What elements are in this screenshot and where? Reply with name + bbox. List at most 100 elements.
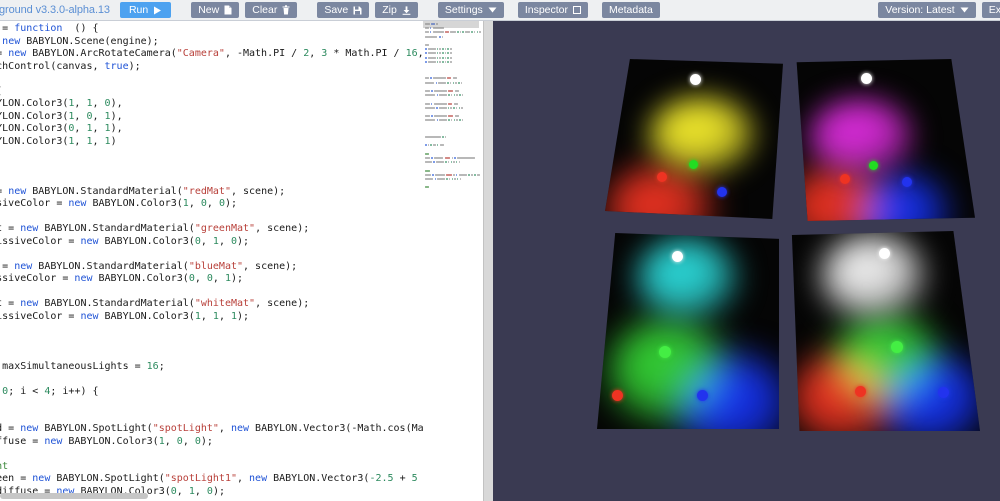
code-line: lightRed = new BABYLON.SpotLight("spotLi… (0, 423, 423, 436)
minimap-line (425, 144, 481, 147)
code-line: ra.attachControl(canvas, true); (0, 61, 423, 74)
green-light-pool (833, 315, 941, 407)
code-line: nMat.emissiveColor = new BABYLON.Color3(… (0, 236, 423, 249)
minimap-line (425, 178, 481, 181)
new-button[interactable]: New (191, 2, 239, 18)
code-content[interactable]: teScene = function () {scene = new BABYL… (0, 23, 423, 501)
blue-bulb (717, 187, 727, 197)
white-bulb (879, 248, 890, 259)
minimap-line (425, 31, 481, 34)
code-line (0, 448, 423, 461)
code-line: new BABYLON.Color3(1, 1, 1) (0, 136, 423, 149)
blue-bulb (902, 177, 912, 187)
download-icon (402, 6, 411, 15)
code-line: Mat.emissiveColor = new BABYLON.Color3(0… (0, 273, 423, 286)
clear-button[interactable]: Clear (245, 2, 297, 18)
green-light-pool (609, 319, 729, 423)
minimap-line (425, 103, 481, 106)
minimap-line (425, 182, 481, 185)
minimap-line (425, 119, 481, 122)
white-bulb (672, 251, 683, 262)
minimap-line (425, 128, 481, 131)
white-bulb (690, 74, 701, 85)
editor-horizontal-scrollbar[interactable] (0, 490, 423, 501)
code-line: new BABYLON.Color3(1, 0, 1), (0, 111, 423, 124)
minimap-line (425, 170, 481, 173)
light-pool-layer (597, 233, 779, 429)
code-line: at.emissiveColor = new BABYLON.Color3(1,… (0, 198, 423, 211)
code-editor[interactable]: teScene = function () {scene = new BABYL… (0, 21, 423, 501)
white-light-pool (821, 234, 925, 318)
green-bulb (869, 161, 878, 170)
green-bulb (659, 346, 671, 358)
minimap-line (425, 157, 481, 160)
play-icon (153, 6, 162, 15)
scrollbar-thumb[interactable] (0, 493, 148, 499)
red-bulb (612, 390, 623, 401)
settings-button[interactable]: Settings (438, 2, 504, 18)
minimap-line (425, 98, 481, 101)
inspector-button[interactable]: Inspector (518, 2, 588, 18)
yellow-light-pool (649, 97, 755, 173)
minimap-line (425, 107, 481, 110)
code-line: camera = new BABYLON.ArcRotateCamera("Ca… (0, 48, 423, 61)
save-button[interactable]: Save (317, 2, 369, 18)
minimap-viewport-slider[interactable] (423, 21, 479, 28)
minimap-line (425, 115, 481, 118)
minimap-lines (425, 23, 481, 191)
white-bulb (861, 73, 872, 84)
code-line: new BABYLON.Color3(0, 1, 1), (0, 123, 423, 136)
code-line: greenMat = new BABYLON.StandardMaterial(… (0, 223, 423, 236)
code-line: whiteMat = new BABYLON.StandardMaterial(… (0, 298, 423, 311)
render-canvas[interactable] (493, 21, 1000, 501)
minimap-line (425, 140, 481, 143)
minimap-line (425, 153, 481, 156)
zip-button[interactable]: Zip (375, 2, 418, 18)
floppy-disk-icon (353, 6, 362, 15)
minimap-line (425, 161, 481, 164)
metadata-button[interactable]: Metadata (602, 2, 660, 18)
light-pool-layer (790, 231, 980, 431)
minimap-line (425, 61, 481, 64)
minimap-line (425, 40, 481, 43)
editor-minimap[interactable] (423, 21, 483, 501)
minimap-line (425, 44, 481, 47)
run-button[interactable]: Run (120, 2, 171, 18)
minimap-line (425, 82, 481, 85)
code-line: d light (0, 411, 423, 424)
red-bulb (840, 174, 850, 184)
file-icon (224, 5, 232, 15)
minimap-line (425, 132, 481, 135)
minimap-line (425, 48, 481, 51)
clear-label: Clear (252, 5, 277, 16)
version-select[interactable]: Version: Latest (878, 2, 975, 18)
code-line (0, 148, 423, 161)
minimap-line (425, 165, 481, 168)
toolbar-right-group: Version: Latest Ex (878, 2, 1000, 18)
top-toolbar: Playground v3.3.0-alpha.13 Run New Clear… (0, 0, 1000, 21)
minimap-line (425, 52, 481, 55)
minimap-line (425, 57, 481, 60)
chevron-down-icon (488, 7, 497, 13)
editor-gutter (483, 21, 493, 501)
blue-bulb (697, 390, 708, 401)
code-line (0, 286, 423, 299)
quadrant-top-left (605, 59, 783, 219)
minimap-line (425, 86, 481, 89)
examples-button[interactable]: Ex (982, 2, 1000, 18)
blue-light-pool (676, 355, 792, 455)
code-line (0, 336, 423, 349)
minimap-line (425, 65, 481, 68)
magenta-light-pool (809, 99, 913, 175)
code-line (0, 348, 423, 361)
quadrant-bottom-right (790, 231, 980, 431)
quadrant-bottom-left (597, 233, 779, 429)
green-bulb (689, 160, 698, 169)
code-line: lightGreen = new BABYLON.SpotLight("spot… (0, 473, 423, 486)
code-line: oundMat.maxSimultaneousLights = 16; (0, 361, 423, 374)
code-line: redMat = new BABYLON.StandardMaterial("r… (0, 186, 423, 199)
code-line: tRed.diffuse = new BABYLON.Color3(1, 0, … (0, 436, 423, 449)
code-line: var i = 0; i < 4; i++) { (0, 386, 423, 399)
code-line: eMat.emissiveColor = new BABYLON.Color3(… (0, 311, 423, 324)
code-line (0, 73, 423, 86)
